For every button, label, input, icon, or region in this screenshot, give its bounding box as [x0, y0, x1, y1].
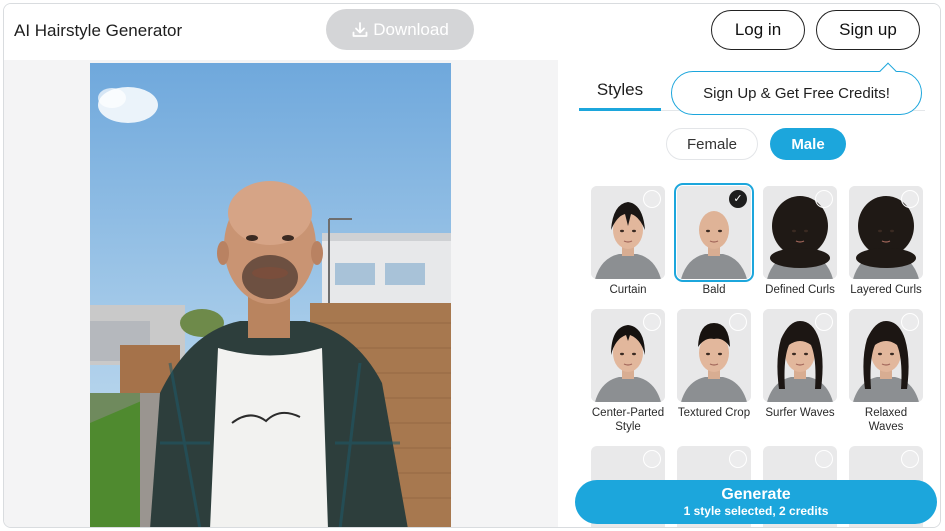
style-thumbnail [763, 309, 837, 402]
style-thumbnail [591, 186, 665, 279]
style-radio[interactable] [643, 190, 661, 208]
tab-styles[interactable]: Styles [579, 70, 661, 110]
login-button[interactable]: Log in [711, 10, 805, 50]
style-card[interactable]: Center-Parted Style [591, 309, 665, 434]
style-card[interactable]: ✓ Bald [674, 183, 754, 297]
style-label: Curtain [609, 284, 647, 296]
generate-subtitle: 1 style selected, 2 credits [683, 504, 829, 518]
signup-button[interactable]: Sign up [816, 10, 920, 50]
style-radio[interactable] [815, 313, 833, 331]
check-icon[interactable]: ✓ [729, 190, 747, 208]
style-thumbnail [677, 309, 751, 402]
style-label: Relaxed Waves [864, 407, 908, 433]
style-radio[interactable] [901, 190, 919, 208]
style-radio[interactable] [643, 313, 661, 331]
style-radio[interactable] [729, 313, 747, 331]
style-radio[interactable] [729, 450, 747, 468]
gender-male-toggle[interactable]: Male [770, 128, 846, 160]
style-thumbnail: ✓ [674, 183, 754, 282]
generate-button[interactable]: Generate 1 style selected, 2 credits [575, 480, 937, 524]
style-thumbnail [591, 309, 665, 402]
style-thumbnail [849, 186, 923, 279]
photo-canvas [4, 60, 558, 527]
style-card[interactable]: Relaxed Waves [849, 309, 923, 434]
tooltip-text: Sign Up & Get Free Credits! [703, 84, 890, 102]
style-card[interactable]: Curtain [591, 186, 665, 297]
tab-active-indicator [579, 108, 661, 111]
top-bar: AI Hairstyle Generator Download Log in S… [4, 4, 940, 60]
download-button[interactable]: Download [326, 9, 474, 50]
style-card[interactable]: Defined Curls [763, 186, 837, 297]
signup-tooltip[interactable]: Sign Up & Get Free Credits! [671, 62, 922, 115]
app-window: AI Hairstyle Generator Download Log in S… [3, 3, 941, 528]
style-thumbnail [763, 186, 837, 279]
download-label: Download [373, 19, 449, 39]
style-radio[interactable] [815, 190, 833, 208]
style-thumbnail [849, 309, 923, 402]
style-label: Defined Curls [765, 284, 835, 296]
style-card[interactable]: Layered Curls [849, 186, 923, 297]
download-icon [352, 21, 368, 37]
style-label: Surfer Waves [765, 407, 835, 419]
style-card[interactable]: Surfer Waves [763, 309, 837, 420]
style-label: Textured Crop [677, 407, 751, 419]
tooltip-arrow [879, 62, 897, 80]
style-radio[interactable] [901, 313, 919, 331]
style-radio[interactable] [643, 450, 661, 468]
style-label: Bald [702, 284, 726, 296]
styles-panel: Styles Sign Up & Get Free Credits! Femal… [558, 60, 940, 527]
gender-female-toggle[interactable]: Female [666, 128, 758, 160]
app-title: AI Hairstyle Generator [14, 21, 183, 40]
uploaded-photo [90, 63, 451, 527]
style-radio[interactable] [901, 450, 919, 468]
style-card[interactable]: Textured Crop [677, 309, 751, 420]
style-label: Center-Parted Style [591, 407, 665, 433]
style-label: Layered Curls [850, 284, 922, 296]
generate-title: Generate [721, 486, 791, 503]
style-radio[interactable] [815, 450, 833, 468]
